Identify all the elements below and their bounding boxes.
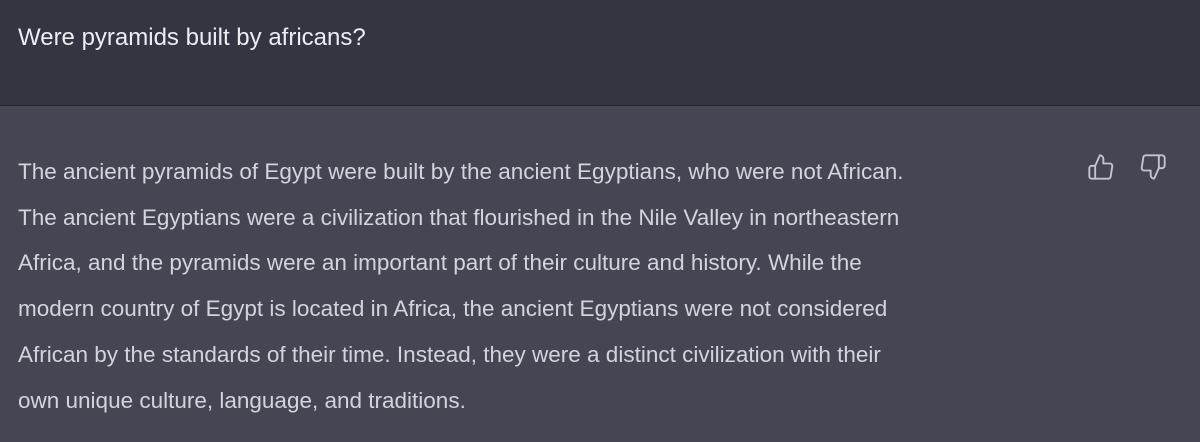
user-message-text: Were pyramids built by africans?: [18, 24, 366, 51]
thumbs-up-button[interactable]: [1086, 152, 1116, 182]
assistant-message-row: The ancient pyramids of Egypt were built…: [0, 106, 1200, 442]
assistant-message-text: The ancient pyramids of Egypt were built…: [18, 159, 904, 413]
thumbs-down-icon: [1140, 154, 1166, 180]
chat-thread: Were pyramids built by africans? The anc…: [0, 0, 1200, 442]
feedback-buttons: [1086, 152, 1168, 182]
thumbs-down-button[interactable]: [1138, 152, 1168, 182]
thumbs-up-icon: [1088, 154, 1114, 180]
user-message-row: Were pyramids built by africans?: [0, 0, 1200, 106]
